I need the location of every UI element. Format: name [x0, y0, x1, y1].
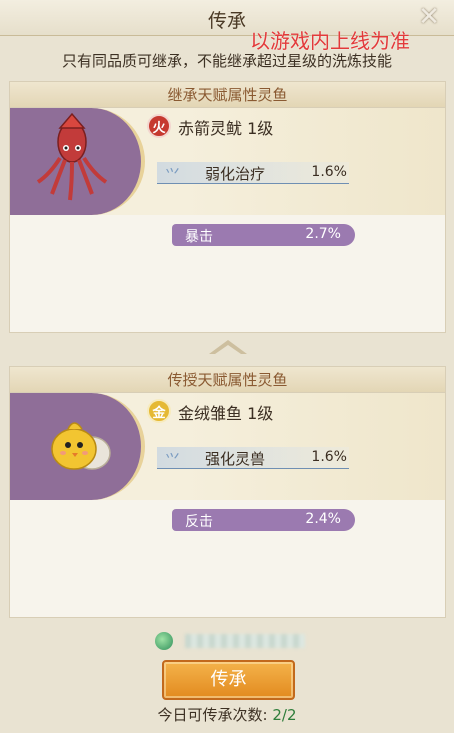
fish-name: 金绒雏鱼 1级: [178, 404, 274, 423]
inherit-button[interactable]: 传承: [162, 660, 295, 700]
player-info: [155, 632, 315, 650]
transfer-fish-card[interactable]: 金 金绒雏鱼 1级 ⺍ 强化灵兽 1.6%: [10, 393, 445, 500]
inherit-fish-card[interactable]: 火 赤箭灵鱿 1级 ⺍ 弱化治疗 1.6%: [10, 108, 445, 215]
squid-icon: [36, 112, 108, 201]
skill-value: 1.6%: [311, 164, 347, 180]
skill-name: 弱化治疗: [205, 165, 266, 183]
metal-element-icon: 金: [147, 399, 171, 423]
attribute-pill: 暴击 2.7%: [172, 224, 355, 246]
chevron-up-icon: [209, 340, 247, 354]
fish-portrait: [10, 393, 145, 500]
orb-icon: [155, 632, 173, 650]
chick-fish-icon: [51, 422, 111, 470]
fish-portrait: [10, 108, 145, 215]
skill-name: 强化灵兽: [205, 450, 266, 468]
attribute-value: 2.4%: [305, 511, 341, 527]
blurred-name: [185, 634, 305, 648]
attribute-pill: 反击 2.4%: [172, 509, 355, 531]
skill-row: ⺍ 强化灵兽 1.6%: [157, 447, 349, 469]
close-icon[interactable]: ✕: [414, 2, 444, 32]
fish-name: 赤箭灵鱿 1级: [178, 119, 274, 138]
attribute-name: 反击: [185, 514, 213, 530]
attribute-name: 暴击: [185, 229, 213, 245]
inherit-panel: 继承天赋属性灵鱼 火 赤箭灵鱿 1级 ⺍ 弱化治疗 1.6% 暴击 2.7%: [9, 81, 446, 333]
inherit-tip: 只有同品质可继承，不能继承超过星级的洗炼技能: [61, 52, 392, 70]
inherit-panel-title: 继承天赋属性灵鱼: [10, 82, 445, 108]
skill-value: 1.6%: [311, 449, 347, 465]
attribute-value: 2.7%: [305, 226, 341, 242]
daily-inherit-count: 今日可传承次数: 2/2: [0, 704, 454, 725]
feather-icon: ⺍: [165, 451, 181, 469]
daily-label: 今日可传承次数:: [157, 706, 268, 724]
transfer-panel-title: 传授天赋属性灵鱼: [10, 367, 445, 393]
transfer-panel: 传授天赋属性灵鱼 金 金绒雏鱼 1级 ⺍ 强化灵兽 1.6% 反击 2.4%: [9, 366, 446, 618]
feather-icon: ⺍: [165, 166, 181, 184]
skill-row: ⺍ 弱化治疗 1.6%: [157, 162, 349, 184]
fire-element-icon: 火: [147, 114, 171, 138]
daily-count: 2/2: [272, 706, 297, 724]
